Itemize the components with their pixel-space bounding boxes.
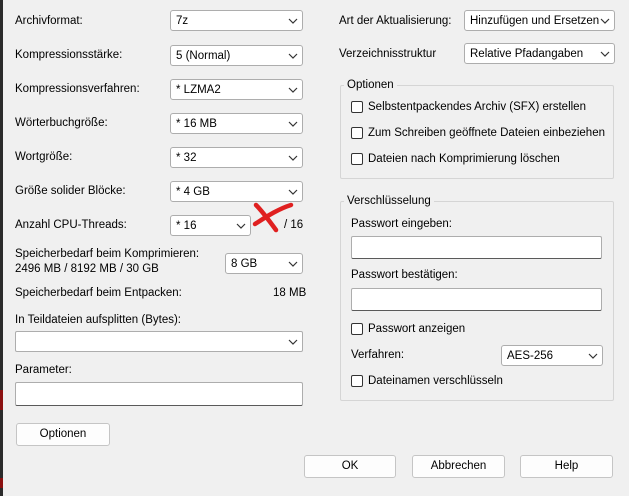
word-size-select[interactable]: * 32 bbox=[170, 147, 303, 168]
compression-level-select[interactable]: 5 (Normal) bbox=[170, 45, 303, 66]
cpu-threads-max: / 16 bbox=[284, 219, 304, 231]
delete-after-checkbox-label: Dateien nach Komprimierung löschen bbox=[368, 153, 560, 165]
chevron-down-icon bbox=[288, 53, 298, 59]
memory-decompress-label: Speicherbedarf beim Entpacken: bbox=[15, 287, 182, 299]
show-password-checkbox[interactable]: Passwort anzeigen bbox=[351, 322, 501, 338]
password-confirm-label: Passwort bestätigen: bbox=[351, 269, 458, 281]
memory-compress-label: Speicherbedarf beim Komprimieren: bbox=[15, 248, 200, 260]
compression-level-label: Kompressionsstärke: bbox=[15, 49, 123, 61]
password-label: Passwort eingeben: bbox=[351, 218, 453, 230]
sfx-checkbox-label: Selbstentpackendes Archiv (SFX) erstelle… bbox=[368, 101, 586, 113]
encryption-method-select[interactable]: AES-256 bbox=[501, 345, 603, 366]
delete-after-checkbox[interactable]: Dateien nach Komprimierung löschen bbox=[351, 152, 601, 168]
parameters-input[interactable] bbox=[15, 382, 303, 406]
password-confirm-input[interactable] bbox=[351, 288, 602, 311]
split-volumes-combobox[interactable] bbox=[15, 331, 303, 352]
compression-level-value: 5 (Normal) bbox=[176, 50, 231, 62]
chevron-down-icon bbox=[236, 223, 246, 229]
chevron-down-icon bbox=[288, 87, 298, 93]
cpu-threads-select[interactable]: * 16 bbox=[170, 215, 251, 236]
password-input[interactable] bbox=[351, 236, 602, 259]
update-mode-select[interactable]: Hinzufügen und Ersetzen bbox=[464, 10, 615, 31]
parameters-label: Parameter: bbox=[15, 364, 72, 376]
checkbox-box bbox=[351, 127, 363, 139]
cpu-threads-label: Anzahl CPU-Threads: bbox=[15, 219, 127, 231]
dictionary-size-value: * 16 MB bbox=[176, 118, 217, 130]
options-group-title: Optionen bbox=[344, 78, 397, 92]
memory-decompress-value: 18 MB bbox=[273, 287, 307, 299]
cancel-button[interactable]: Abbrechen bbox=[412, 455, 505, 478]
word-size-label: Wortgröße: bbox=[15, 151, 73, 163]
chevron-down-icon bbox=[288, 18, 298, 24]
checkbox-box bbox=[351, 153, 363, 165]
checkbox-box bbox=[351, 101, 363, 113]
help-button[interactable]: Help bbox=[520, 455, 613, 478]
solid-block-size-select[interactable]: * 4 GB bbox=[170, 181, 303, 202]
split-volumes-label: In Teildateien aufsplitten (Bytes): bbox=[15, 314, 181, 326]
chevron-down-icon bbox=[288, 189, 298, 195]
window-edge bbox=[0, 0, 3, 496]
compression-method-select[interactable]: * LZMA2 bbox=[170, 79, 303, 100]
archive-format-label: Archivformat: bbox=[15, 15, 83, 27]
compression-method-label: Kompressionsverfahren: bbox=[15, 83, 140, 95]
update-mode-label: Art der Aktualisierung: bbox=[339, 15, 452, 27]
ok-button[interactable]: OK bbox=[304, 455, 396, 478]
solid-block-size-label: Größe solider Blöcke: bbox=[15, 185, 126, 197]
chevron-down-icon bbox=[600, 18, 610, 24]
chevron-down-icon bbox=[588, 353, 598, 359]
encryption-method-value: AES-256 bbox=[507, 350, 554, 362]
encryption-group-title: Verschlüsselung bbox=[344, 194, 434, 208]
options-button[interactable]: Optionen bbox=[16, 423, 110, 446]
shared-files-checkbox[interactable]: Zum Schreiben geöffnete Dateien einbezie… bbox=[351, 126, 611, 142]
encrypt-names-checkbox-label: Dateinamen verschlüsseln bbox=[368, 375, 503, 387]
chevron-down-icon bbox=[600, 51, 610, 57]
encryption-method-label: Verfahren: bbox=[351, 349, 405, 361]
chevron-down-icon bbox=[288, 339, 298, 345]
dictionary-size-select[interactable]: * 16 MB bbox=[170, 113, 303, 134]
path-mode-label: Verzeichnisstruktur bbox=[339, 48, 437, 60]
path-mode-value: Relative Pfadangaben bbox=[470, 48, 584, 60]
shared-files-checkbox-label: Zum Schreiben geöffnete Dateien einbezie… bbox=[368, 127, 605, 139]
archive-format-value: 7z bbox=[176, 15, 189, 27]
chevron-down-icon bbox=[288, 261, 298, 267]
show-password-checkbox-label: Passwort anzeigen bbox=[368, 323, 466, 335]
compression-method-value: * LZMA2 bbox=[176, 84, 221, 96]
cpu-threads-value: * 16 bbox=[176, 220, 197, 232]
checkbox-box bbox=[351, 323, 363, 335]
memory-compress-select[interactable]: 8 GB bbox=[225, 253, 303, 274]
chevron-down-icon bbox=[288, 121, 298, 127]
update-mode-value: Hinzufügen und Ersetzen bbox=[470, 15, 600, 27]
memory-compress-value: 8 GB bbox=[231, 258, 258, 270]
dictionary-size-label: Wörterbuchgröße: bbox=[15, 117, 108, 129]
solid-block-size-value: * 4 GB bbox=[176, 186, 210, 198]
archive-format-select[interactable]: 7z bbox=[170, 10, 303, 31]
checkbox-box bbox=[351, 375, 363, 387]
word-size-value: * 32 bbox=[176, 152, 197, 164]
chevron-down-icon bbox=[288, 155, 298, 161]
memory-compress-values: 2496 MB / 8192 MB / 30 GB bbox=[15, 263, 159, 275]
path-mode-select[interactable]: Relative Pfadangaben bbox=[464, 43, 615, 64]
sfx-checkbox[interactable]: Selbstentpackendes Archiv (SFX) erstelle… bbox=[351, 100, 601, 116]
encrypt-names-checkbox[interactable]: Dateinamen verschlüsseln bbox=[351, 374, 521, 390]
